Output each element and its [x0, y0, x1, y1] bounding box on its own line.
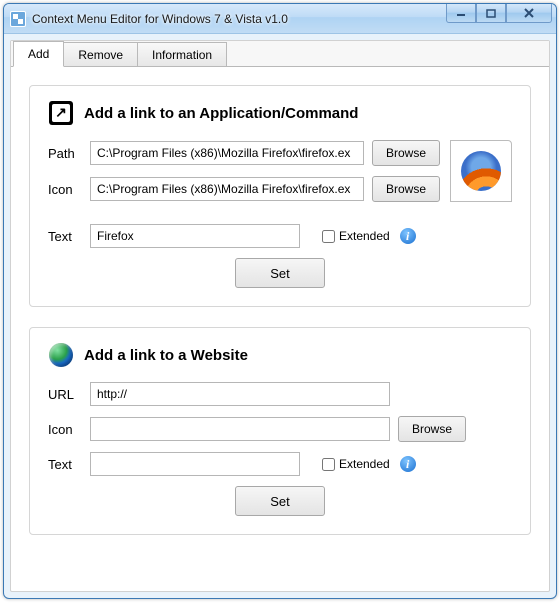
panel-title: Add a link to an Application/Command [84, 105, 358, 122]
tab-remove[interactable]: Remove [63, 42, 138, 66]
tab-content: Add a link to an Application/Command Pat… [11, 67, 549, 591]
app-window: Context Menu Editor for Windows 7 & Vist… [3, 3, 557, 599]
panel-icon-wrap [48, 342, 74, 368]
panel-header: Add a link to a Website [48, 342, 512, 368]
tab-add[interactable]: Add [13, 41, 64, 67]
label-url: URL [48, 387, 90, 402]
window-controls [446, 4, 552, 23]
panel-icon-wrap [48, 100, 74, 126]
input-text[interactable] [90, 224, 300, 248]
set-row: Set [48, 258, 512, 288]
extended-label: Extended [339, 229, 390, 243]
extended-wrap: Extended i [318, 455, 416, 474]
shortcut-icon [49, 101, 73, 125]
titlebar[interactable]: Context Menu Editor for Windows 7 & Vist… [4, 4, 556, 34]
panel-web-link: Add a link to a Website URL Icon Browse … [29, 327, 531, 535]
close-icon [523, 8, 535, 18]
extended-label: Extended [339, 457, 390, 471]
set-app-button[interactable]: Set [235, 258, 325, 288]
icon-preview [450, 140, 512, 202]
label-text: Text [48, 229, 90, 244]
firefox-icon [461, 151, 501, 191]
label-text: Text [48, 457, 90, 472]
row-text: Text Extended i [48, 224, 512, 248]
browse-icon-button[interactable]: Browse [372, 176, 440, 202]
minimize-icon [456, 9, 466, 17]
tab-label: Add [28, 47, 49, 61]
set-web-button[interactable]: Set [235, 486, 325, 516]
maximize-button[interactable] [476, 4, 506, 23]
label-path: Path [48, 146, 90, 161]
tab-information[interactable]: Information [137, 42, 227, 66]
row-web-text: Text Extended i [48, 452, 512, 476]
panel-header: Add a link to an Application/Command [48, 100, 512, 126]
extended-web-checkbox[interactable] [322, 458, 335, 471]
row-icon: Icon Browse [48, 176, 440, 202]
extended-checkbox[interactable] [322, 230, 335, 243]
label-icon: Icon [48, 422, 90, 437]
input-web-icon[interactable] [90, 417, 390, 441]
input-icon[interactable] [90, 177, 364, 201]
set-row: Set [48, 486, 512, 516]
client-area: Add Remove Information Add a link to an … [10, 40, 550, 592]
tab-label: Information [152, 48, 212, 62]
globe-icon [49, 343, 73, 367]
row-path: Path Browse [48, 140, 440, 166]
row-url: URL [48, 382, 512, 406]
panel-title: Add a link to a Website [84, 347, 248, 364]
maximize-icon [486, 9, 496, 18]
extended-wrap: Extended i [318, 227, 416, 246]
row-web-icon: Icon Browse [48, 416, 512, 442]
app-icon [10, 11, 26, 27]
info-icon[interactable]: i [400, 228, 416, 244]
input-web-text[interactable] [90, 452, 300, 476]
tab-label: Remove [78, 48, 123, 62]
browse-path-button[interactable]: Browse [372, 140, 440, 166]
minimize-button[interactable] [446, 4, 476, 23]
tab-bar: Add Remove Information [11, 41, 549, 67]
window-title: Context Menu Editor for Windows 7 & Vist… [32, 12, 288, 26]
input-url[interactable] [90, 382, 390, 406]
label-icon: Icon [48, 182, 90, 197]
close-button[interactable] [506, 4, 552, 23]
info-icon[interactable]: i [400, 456, 416, 472]
browse-web-icon-button[interactable]: Browse [398, 416, 466, 442]
input-path[interactable] [90, 141, 364, 165]
panel-app-link: Add a link to an Application/Command Pat… [29, 85, 531, 307]
